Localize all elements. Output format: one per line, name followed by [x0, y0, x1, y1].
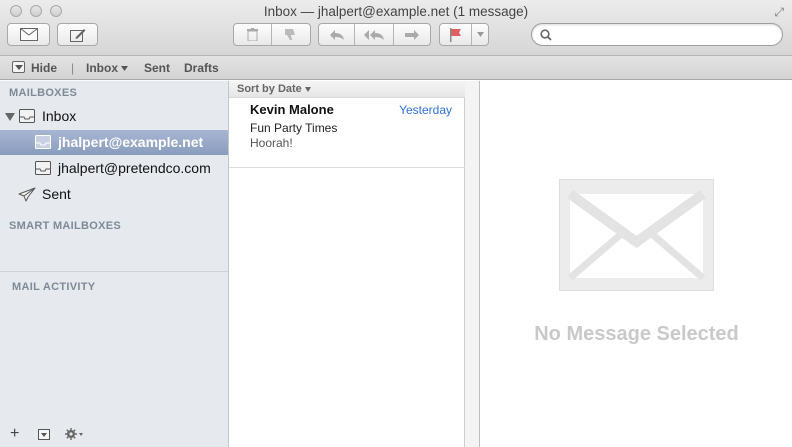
show-hide-activity-icon[interactable]: [38, 429, 50, 440]
delete-button[interactable]: [234, 24, 273, 45]
favorites-sent[interactable]: Sent: [144, 61, 170, 75]
message-preview: Hoorah!: [250, 136, 293, 150]
message-date: Yesterday: [399, 103, 452, 117]
favorites-inbox[interactable]: Inbox: [86, 61, 118, 75]
mail-activity-header: MAIL ACTIVITY: [12, 281, 96, 293]
reply-icon: [329, 29, 344, 40]
search-input[interactable]: [556, 26, 776, 43]
message-sender: Kevin Malone: [250, 102, 334, 117]
flag-button[interactable]: [439, 23, 489, 46]
compose-button[interactable]: [57, 23, 98, 46]
favorites-drafts[interactable]: Drafts: [184, 61, 219, 75]
reply-button[interactable]: [319, 24, 356, 45]
message-subject: Fun Party Times: [250, 121, 338, 135]
search-icon: [540, 29, 552, 41]
sidebar-bottom-bar: +: [0, 423, 228, 447]
gear-icon[interactable]: [65, 428, 83, 440]
envelope-placeholder-icon: [559, 179, 714, 291]
disclosure-triangle-icon[interactable]: [5, 113, 15, 121]
get-mail-button[interactable]: [7, 23, 50, 46]
flag-menu-button[interactable]: [472, 24, 488, 45]
window-title: Inbox — jhalpert@example.net (1 message): [263, 4, 529, 19]
envelope-icon: [19, 28, 38, 41]
junk-button[interactable]: [272, 24, 310, 45]
envelope-icon: [567, 189, 706, 281]
window-toolbar: Inbox — jhalpert@example.net (1 message)…: [0, 0, 792, 56]
sort-by-date-button[interactable]: Sort by Date: [237, 83, 302, 95]
mailbox-sidebar: MAILBOXES Inbox jhalpert@example.net jha…: [0, 81, 229, 447]
sidebar-item-label: jhalpert@pretendco.com: [58, 160, 211, 176]
search-field[interactable]: [531, 23, 783, 46]
reply-group: [318, 23, 431, 46]
sidebar-item-account-example[interactable]: jhalpert@example.net: [0, 130, 228, 155]
paper-plane-icon: [18, 187, 36, 202]
favorites-divider: |: [71, 61, 75, 75]
sidebar-item-account-pretendco[interactable]: jhalpert@pretendco.com: [0, 156, 228, 181]
hide-mailboxes-icon[interactable]: [12, 61, 25, 73]
flag-icon: [449, 27, 461, 42]
reading-pane: No Message Selected: [481, 81, 792, 447]
message-row[interactable]: Kevin Malone Yesterday Fun Party Times H…: [229, 98, 465, 168]
inbox-tray-icon: [19, 109, 35, 123]
favorites-bar: Hide | Inbox Sent Drafts: [0, 56, 792, 80]
pane-splitter[interactable]: [465, 81, 480, 447]
sidebar-item-inbox[interactable]: Inbox: [0, 104, 228, 129]
forward-button[interactable]: [394, 24, 430, 45]
mailboxes-header: MAILBOXES: [9, 87, 78, 99]
flag-segment[interactable]: [440, 24, 473, 45]
no-message-selected-text: No Message Selected: [534, 323, 739, 345]
delete-junk-group: [233, 23, 311, 46]
chevron-down-icon[interactable]: [305, 87, 311, 92]
fullscreen-icon[interactable]: ⤢: [774, 5, 784, 20]
chevron-down-icon: [476, 32, 484, 37]
inbox-tray-icon: [35, 135, 51, 149]
thumbs-down-icon: [285, 29, 295, 40]
inbox-tray-icon: [35, 161, 51, 175]
hide-mailboxes-button[interactable]: Hide: [31, 61, 57, 75]
activity-divider[interactable]: [0, 271, 228, 272]
trash-icon: [247, 28, 258, 41]
add-mailbox-button[interactable]: +: [10, 425, 19, 443]
smart-mailboxes-header[interactable]: SMART MAILBOXES: [9, 220, 121, 232]
message-list: Sort by Date Kevin Malone Yesterday Fun …: [229, 81, 465, 447]
sidebar-item-label: Inbox: [42, 108, 77, 124]
sidebar-item-label: jhalpert@example.net: [58, 134, 204, 150]
forward-icon: [404, 29, 419, 40]
sort-bar[interactable]: Sort by Date: [229, 81, 465, 98]
reply-all-icon: [364, 29, 384, 40]
compose-icon: [69, 28, 85, 42]
sidebar-item-sent[interactable]: Sent: [0, 182, 228, 207]
chevron-down-icon[interactable]: [121, 66, 128, 71]
reply-all-button[interactable]: [355, 24, 394, 45]
sidebar-item-label: Sent: [42, 186, 71, 202]
